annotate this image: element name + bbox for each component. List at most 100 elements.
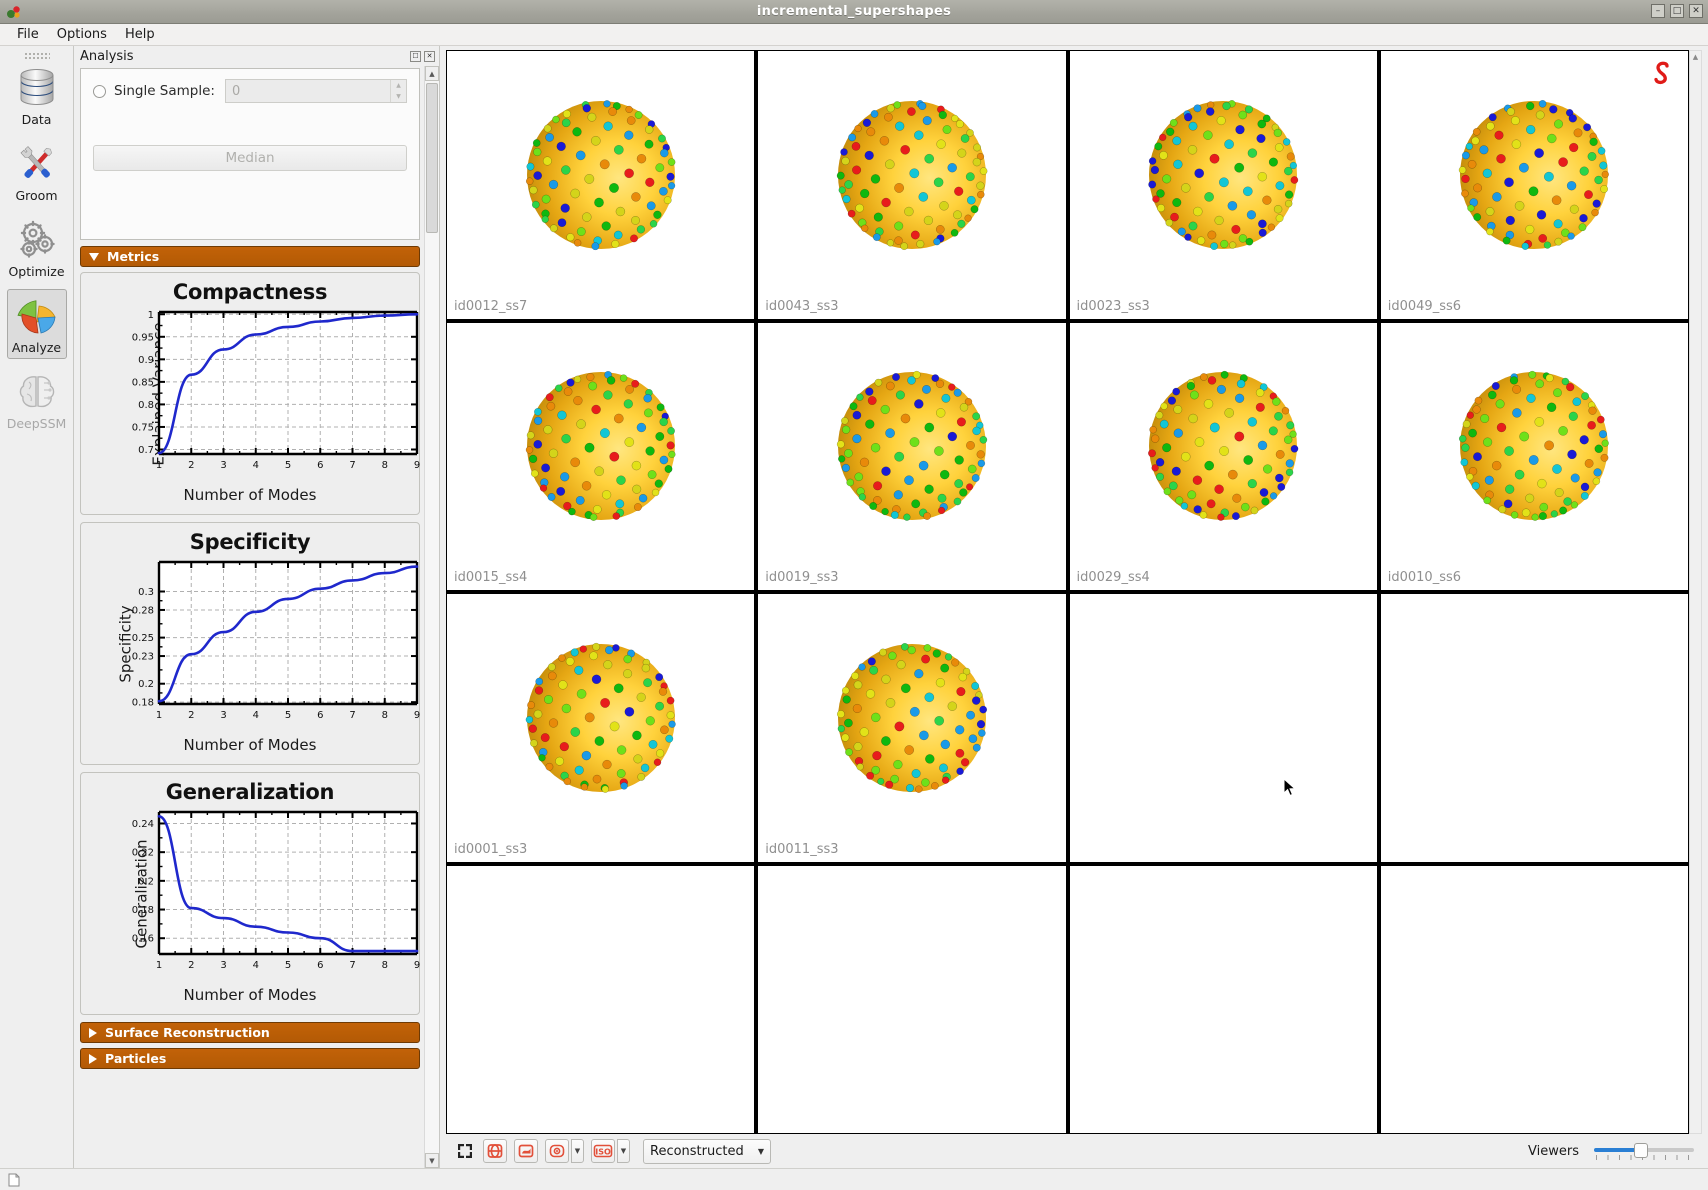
view-mode-button[interactable]: [545, 1139, 569, 1163]
display-mode-combo[interactable]: Reconstructed ▼: [643, 1138, 771, 1164]
scrollbar-track[interactable]: [425, 81, 439, 1153]
iso-icon: ISO: [593, 1144, 613, 1158]
minimize-button[interactable]: –: [1651, 4, 1665, 18]
median-button[interactable]: Median: [93, 145, 407, 171]
svg-text:0.25: 0.25: [132, 633, 154, 644]
svg-text:0.9: 0.9: [138, 355, 154, 366]
single-sample-label: Single Sample:: [114, 83, 215, 99]
menu-file[interactable]: File: [8, 25, 48, 44]
window-title: incremental_supershapes: [756, 4, 952, 19]
chart-specificity-title: Specificity: [189, 530, 311, 554]
single-sample-spinbox[interactable]: 0 ▲ ▼: [225, 79, 407, 103]
viewer-cell-9[interactable]: id0011_ss3: [758, 594, 1066, 862]
zoom-to-fit-button[interactable]: [454, 1139, 476, 1163]
scrollbar-thumb[interactable]: [426, 83, 438, 233]
viewer-cell-14[interactable]: [1069, 865, 1377, 1133]
close-button[interactable]: ✕: [1689, 4, 1703, 18]
rail-grip[interactable]: [23, 52, 50, 59]
viewer-cell-label: id0043_ss3: [765, 298, 839, 314]
dock-float-button[interactable]: ☐: [410, 50, 421, 62]
viewer-cell-1[interactable]: id0043_ss3: [758, 51, 1066, 319]
spinbox-arrows[interactable]: ▲ ▼: [390, 80, 406, 102]
view-mode-dropdown[interactable]: ▼: [571, 1139, 584, 1163]
viewer-cell-6[interactable]: id0029_ss4: [1069, 322, 1377, 590]
menu-help[interactable]: Help: [116, 25, 164, 44]
menu-options[interactable]: Options: [48, 25, 116, 44]
dock-scrollbar[interactable]: ▲ ▼: [424, 66, 439, 1168]
rail-analyze[interactable]: Analyze: [6, 289, 67, 359]
svg-text:0.18: 0.18: [132, 905, 154, 916]
rail-deepssm[interactable]: DeepSSM: [7, 365, 67, 435]
slider-handle[interactable]: [1634, 1143, 1648, 1158]
section-surface-reconstruction-label: Surface Reconstruction: [105, 1025, 270, 1040]
rail-data[interactable]: Data: [7, 61, 67, 131]
svg-text:7: 7: [349, 960, 355, 971]
viewer-scrollbar[interactable]: ▲: [1689, 50, 1702, 1134]
viewer-cell-0[interactable]: id0012_ss7: [447, 51, 755, 319]
slider-empty-track: [1640, 1148, 1694, 1152]
viewer-cell-label: id0001_ss3: [454, 841, 528, 857]
viewer-cell-10[interactable]: [1069, 594, 1377, 862]
scroll-up-arrow[interactable]: ▲: [1693, 53, 1698, 61]
rail-optimize[interactable]: Optimize: [7, 213, 67, 283]
section-surface-reconstruction[interactable]: Surface Reconstruction: [80, 1022, 420, 1043]
shape-render: [832, 95, 992, 259]
svg-text:8: 8: [382, 960, 388, 971]
svg-text:6: 6: [317, 960, 323, 971]
viewer-cell-12[interactable]: [447, 865, 755, 1133]
svg-text:2: 2: [188, 710, 194, 721]
scroll-down-arrow[interactable]: ▼: [425, 1153, 439, 1168]
section-particles[interactable]: Particles: [80, 1048, 420, 1069]
rail-data-label: Data: [21, 112, 52, 127]
svg-text:1: 1: [156, 710, 162, 721]
single-sample-radio[interactable]: [93, 84, 106, 98]
svg-text:0.18: 0.18: [132, 698, 154, 709]
shape-render: [521, 638, 681, 802]
viewers-slider[interactable]: [1594, 1140, 1694, 1162]
brain-icon: [19, 376, 54, 408]
dock-close-button[interactable]: ✕: [424, 50, 435, 62]
svg-text:4: 4: [253, 710, 259, 721]
scroll-up-arrow[interactable]: ▲: [425, 66, 439, 81]
iso-view-button[interactable]: ISO: [591, 1139, 615, 1163]
svg-text:1: 1: [148, 310, 154, 321]
svg-text:3: 3: [220, 460, 226, 471]
svg-text:0.85: 0.85: [132, 377, 154, 388]
svg-text:7: 7: [349, 710, 355, 721]
chart-generalization-xlabel: Number of Modes: [183, 986, 317, 1004]
svg-text:2: 2: [188, 460, 194, 471]
section-metrics[interactable]: Metrics: [80, 246, 420, 267]
viewer-cell-15[interactable]: [1380, 865, 1688, 1133]
viewer-cell-13[interactable]: [758, 865, 1066, 1133]
rail-groom[interactable]: Groom: [7, 137, 67, 207]
viewer-cell-11[interactable]: [1380, 594, 1688, 862]
chevron-down-icon: ▼: [757, 1146, 764, 1156]
svg-text:9: 9: [414, 460, 420, 471]
shape-render: [521, 95, 681, 259]
window-titlebar: incremental_supershapes – □ ✕: [0, 0, 1708, 24]
viewer-cell-2[interactable]: id0023_ss3: [1069, 51, 1377, 319]
shape-render: [1454, 95, 1614, 259]
show-glyphs-button[interactable]: [483, 1139, 507, 1163]
viewer-cell-3[interactable]: id0049_ss6: [1380, 51, 1688, 319]
chevron-down-icon: [89, 252, 99, 261]
iso-view-dropdown[interactable]: ▼: [617, 1139, 630, 1163]
svg-text:4: 4: [253, 960, 259, 971]
chart-generalization-plot: 0.16 0.18 0.2 0.22 0.24 1 2 3 4 5 6 7 8 9: [132, 810, 420, 971]
surface-icon: [518, 1144, 534, 1158]
eye-icon: [549, 1144, 565, 1158]
viewer-cell-4[interactable]: id0015_ss4: [447, 322, 755, 590]
svg-text:0.75: 0.75: [132, 422, 154, 433]
viewer-cell-label: id0019_ss3: [765, 570, 839, 585]
single-sample-row[interactable]: Single Sample: 0 ▲ ▼: [93, 79, 407, 103]
viewer-cell-7[interactable]: id0010_ss6: [1380, 322, 1688, 590]
svg-text:0.8: 0.8: [138, 400, 154, 411]
shape-viewer-grid[interactable]: id0012_ss7 id0043_ss3 id0023_ss3 id0049_ss6…: [446, 50, 1689, 1134]
viewer-cell-8[interactable]: id0001_ss3: [447, 594, 755, 862]
show-surface-button[interactable]: [514, 1139, 538, 1163]
chart-compactness: Compactness Explained Variance 0.70.750.…: [80, 272, 420, 515]
viewer-cell-5[interactable]: id0019_ss3: [758, 322, 1066, 590]
glyphs-icon: [487, 1144, 503, 1158]
maximize-button[interactable]: □: [1670, 4, 1684, 18]
chart-generalization-title: Generalization: [165, 780, 335, 804]
